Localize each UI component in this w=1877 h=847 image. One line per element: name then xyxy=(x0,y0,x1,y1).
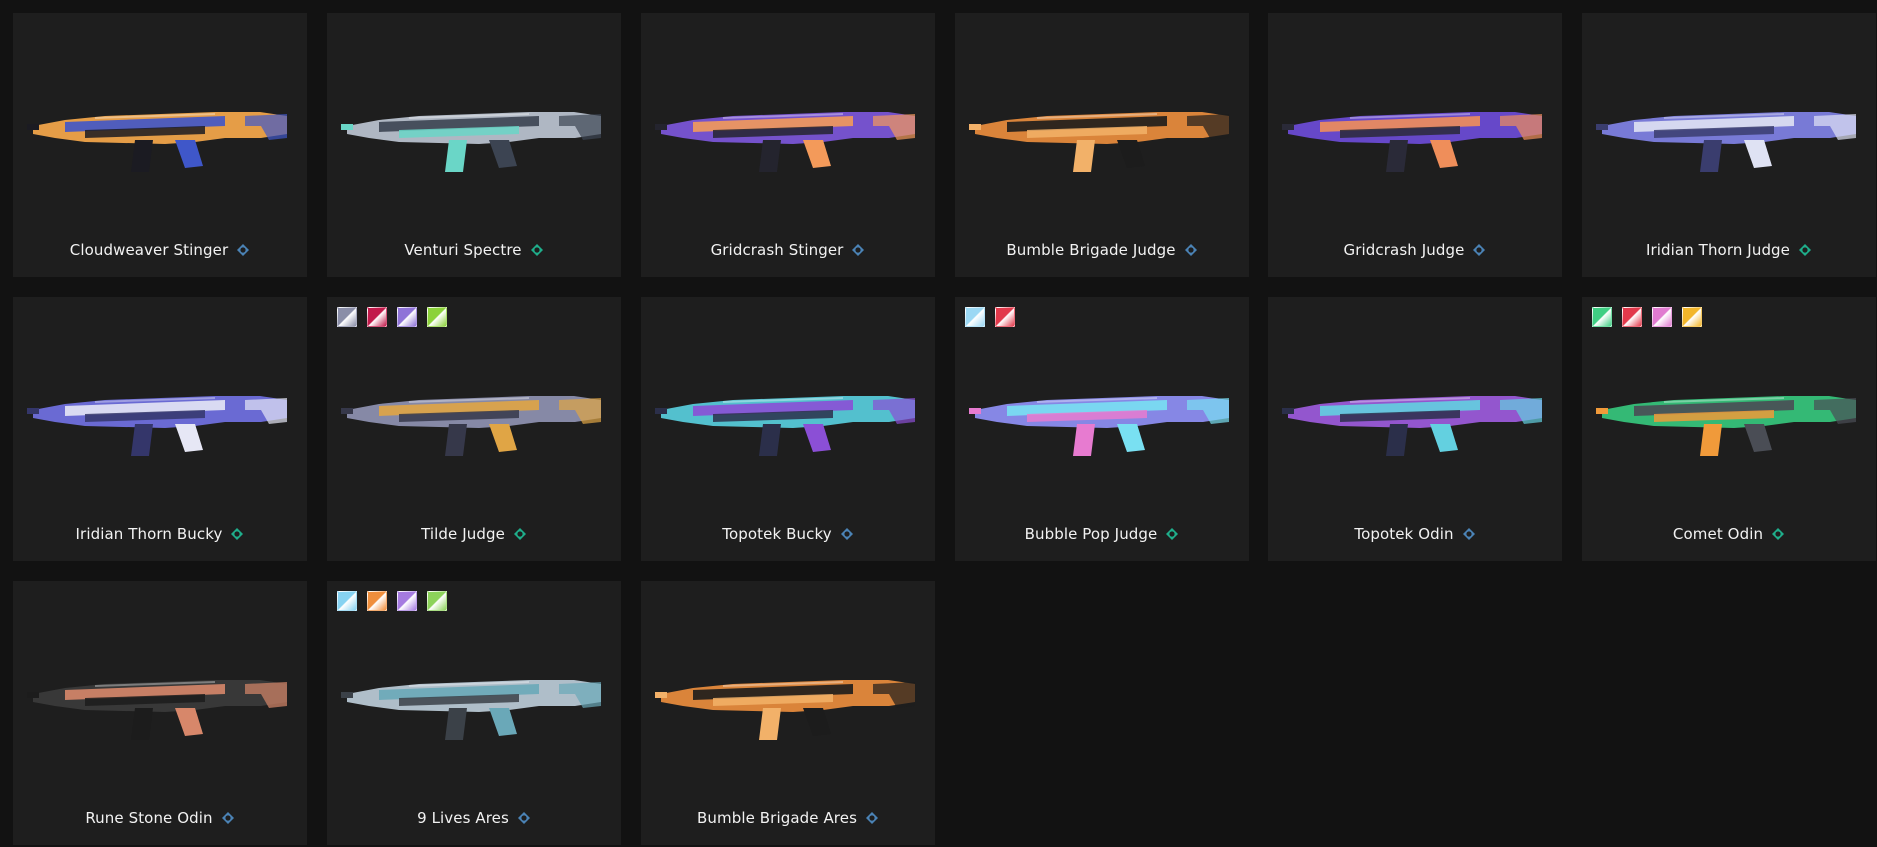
blue-tier-icon xyxy=(1462,527,1476,541)
weapon-image xyxy=(1278,53,1552,203)
blue-tier-icon xyxy=(517,811,531,825)
skin-name: Iridian Thorn Judge xyxy=(1645,241,1791,259)
weapon-image xyxy=(337,621,611,771)
weapon-image xyxy=(651,337,925,487)
skin-card[interactable]: Iridian Thorn Bucky xyxy=(13,297,307,561)
skin-grid: Cloudweaver Stinger Venturi Spectre Gridcr… xyxy=(0,0,1877,847)
skin-name: Iridian Thorn Bucky xyxy=(75,525,223,543)
skin-name-row: Tilde Judge xyxy=(327,525,621,543)
variant-swatch[interactable] xyxy=(965,307,985,327)
skin-card[interactable]: Bumble Brigade Judge xyxy=(955,13,1249,277)
blue-tier-icon xyxy=(851,243,865,257)
skin-name-row: Iridian Thorn Judge xyxy=(1582,241,1876,259)
weapon-image xyxy=(337,53,611,203)
blue-tier-icon xyxy=(221,811,235,825)
skin-name-row: Topotek Odin xyxy=(1268,525,1562,543)
skin-card[interactable]: Venturi Spectre xyxy=(327,13,621,277)
weapon-image xyxy=(23,53,297,203)
green-tier-icon xyxy=(1771,527,1785,541)
skin-name: Cloudweaver Stinger xyxy=(69,241,229,259)
skin-card[interactable]: Tilde Judge xyxy=(327,297,621,561)
skin-card[interactable]: Rune Stone Odin xyxy=(13,581,307,845)
variant-swatch[interactable] xyxy=(995,307,1015,327)
skin-name: 9 Lives Ares xyxy=(417,809,509,827)
skin-name-row: Gridcrash Judge xyxy=(1268,241,1562,259)
skin-card[interactable]: Bubble Pop Judge xyxy=(955,297,1249,561)
skin-name-row: Bubble Pop Judge xyxy=(955,525,1249,543)
green-tier-icon xyxy=(230,527,244,541)
weapon-image xyxy=(651,621,925,771)
skin-name: Bubble Pop Judge xyxy=(1024,525,1158,543)
skin-name-row: Bumble Brigade Judge xyxy=(955,241,1249,259)
variant-swatch[interactable] xyxy=(337,591,357,611)
variant-swatches xyxy=(337,591,447,611)
blue-tier-icon xyxy=(865,811,879,825)
variant-swatch[interactable] xyxy=(397,591,417,611)
weapon-image xyxy=(651,53,925,203)
blue-tier-icon xyxy=(840,527,854,541)
weapon-image xyxy=(965,53,1239,203)
skin-card[interactable]: Bumble Brigade Ares xyxy=(641,581,935,845)
variant-swatch[interactable] xyxy=(1682,307,1702,327)
skin-name-row: Bumble Brigade Ares xyxy=(641,809,935,827)
weapon-image xyxy=(337,337,611,487)
weapon-image xyxy=(965,337,1239,487)
variant-swatch[interactable] xyxy=(337,307,357,327)
skin-name: Comet Odin xyxy=(1672,525,1764,543)
skin-card[interactable]: Topotek Odin xyxy=(1268,297,1562,561)
skin-name: Bumble Brigade Ares xyxy=(697,809,857,827)
skin-name-row: Topotek Bucky xyxy=(641,525,935,543)
variant-swatch[interactable] xyxy=(367,591,387,611)
skin-card[interactable]: Cloudweaver Stinger xyxy=(13,13,307,277)
skin-name-row: Rune Stone Odin xyxy=(13,809,307,827)
skin-card[interactable]: Gridcrash Judge xyxy=(1268,13,1562,277)
skin-name: Topotek Odin xyxy=(1354,525,1454,543)
skin-name-row: Gridcrash Stinger xyxy=(641,241,935,259)
variant-swatch[interactable] xyxy=(427,591,447,611)
variant-swatch[interactable] xyxy=(1622,307,1642,327)
skin-name-row: Iridian Thorn Bucky xyxy=(13,525,307,543)
weapon-image xyxy=(1592,337,1866,487)
skin-card[interactable]: Gridcrash Stinger xyxy=(641,13,935,277)
variant-swatches xyxy=(965,307,1015,327)
skin-name: Topotek Bucky xyxy=(722,525,832,543)
variant-swatches xyxy=(337,307,447,327)
skin-name: Gridcrash Judge xyxy=(1343,241,1465,259)
green-tier-icon xyxy=(513,527,527,541)
skin-name-row: Comet Odin xyxy=(1582,525,1876,543)
blue-tier-icon xyxy=(236,243,250,257)
variant-swatch[interactable] xyxy=(367,307,387,327)
skin-name-row: Venturi Spectre xyxy=(327,241,621,259)
skin-name: Rune Stone Odin xyxy=(85,809,213,827)
variant-swatch[interactable] xyxy=(427,307,447,327)
weapon-image xyxy=(1592,53,1866,203)
skin-card[interactable]: 9 Lives Ares xyxy=(327,581,621,845)
weapon-image xyxy=(23,337,297,487)
skin-name: Venturi Spectre xyxy=(404,241,522,259)
skin-name-row: Cloudweaver Stinger xyxy=(13,241,307,259)
variant-swatch[interactable] xyxy=(1652,307,1672,327)
skin-name: Gridcrash Stinger xyxy=(710,241,844,259)
variant-swatches xyxy=(1592,307,1702,327)
blue-tier-icon xyxy=(1472,243,1486,257)
skin-name-row: 9 Lives Ares xyxy=(327,809,621,827)
green-tier-icon xyxy=(1798,243,1812,257)
weapon-image xyxy=(23,621,297,771)
variant-swatch[interactable] xyxy=(397,307,417,327)
green-tier-icon xyxy=(530,243,544,257)
variant-swatch[interactable] xyxy=(1592,307,1612,327)
weapon-image xyxy=(1278,337,1552,487)
skin-name: Bumble Brigade Judge xyxy=(1006,241,1176,259)
skin-name: Tilde Judge xyxy=(421,525,505,543)
blue-tier-icon xyxy=(1184,243,1198,257)
skin-card[interactable]: Comet Odin xyxy=(1582,297,1876,561)
skin-card[interactable]: Iridian Thorn Judge xyxy=(1582,13,1876,277)
skin-card[interactable]: Topotek Bucky xyxy=(641,297,935,561)
green-tier-icon xyxy=(1165,527,1179,541)
